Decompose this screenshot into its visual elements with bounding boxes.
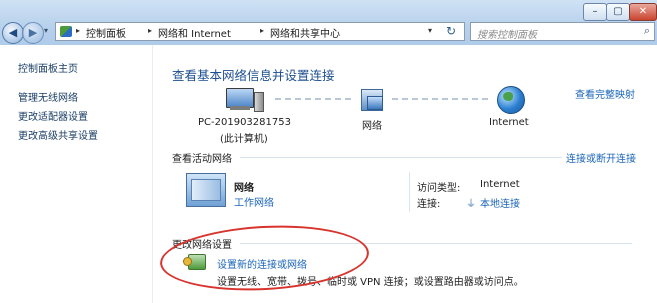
maximize-button[interactable]: ▢ bbox=[606, 3, 630, 21]
minimize-icon: – bbox=[592, 6, 598, 17]
close-icon: ✕ bbox=[638, 6, 648, 17]
network-bench-icon-inner bbox=[191, 179, 221, 201]
connections-label: 连接: bbox=[417, 199, 441, 210]
breadcrumb-network-internet[interactable]: 网络和 Internet bbox=[158, 25, 231, 40]
search-icon[interactable]: ⌕ bbox=[644, 24, 650, 38]
pane-divider bbox=[152, 45, 153, 303]
breadcrumb-separator-icon[interactable]: ▸ bbox=[260, 26, 264, 35]
back-button[interactable]: ◀ bbox=[2, 22, 24, 44]
breadcrumb-network-sharing-center[interactable]: 网络和共享中心 bbox=[270, 25, 340, 40]
task-pane: 控制面板主页 管理无线网络 更改适配器设置 更改高级共享设置 bbox=[0, 45, 150, 303]
access-type-value: Internet bbox=[480, 179, 520, 190]
control-panel-icon bbox=[60, 26, 72, 37]
breadcrumb-separator-icon[interactable]: ▸ bbox=[148, 26, 152, 35]
recent-pages-dropdown[interactable]: ▾ bbox=[44, 26, 48, 35]
minimize-button[interactable]: – bbox=[583, 3, 607, 21]
computer-base-icon bbox=[230, 106, 250, 110]
local-connection-icon: ⏚ bbox=[466, 199, 476, 210]
search-box[interactable]: 搜索控制面板 ⌕ bbox=[470, 22, 655, 41]
see-full-map-link[interactable]: 查看完整映射 bbox=[575, 86, 635, 101]
search-placeholder: 搜索控制面板 bbox=[477, 30, 537, 41]
breadcrumb-control-panel[interactable]: 控制面板 bbox=[86, 25, 126, 40]
change-adapter-settings-link[interactable]: 更改适配器设置 bbox=[18, 108, 88, 123]
manage-wireless-networks-link[interactable]: 管理无线网络 bbox=[18, 89, 78, 104]
address-dropdown-icon[interactable]: ▾ bbox=[428, 26, 432, 35]
network-label: 网络 bbox=[362, 121, 382, 132]
change-advanced-sharing-link[interactable]: 更改高级共享设置 bbox=[18, 127, 98, 142]
forward-arrow-icon: ▶ bbox=[28, 26, 38, 39]
connect-disconnect-link[interactable]: 连接或断开连接 bbox=[566, 150, 636, 165]
access-type-label: 访问类型: bbox=[417, 183, 461, 194]
breadcrumb-separator-icon[interactable]: ▸ bbox=[76, 26, 80, 35]
this-computer-label: (此计算机) bbox=[220, 134, 268, 145]
active-network-divider bbox=[409, 172, 410, 212]
refresh-icon[interactable]: ↻ bbox=[446, 24, 456, 38]
connection-line bbox=[275, 98, 351, 100]
local-connection-link[interactable]: 本地连接 bbox=[480, 195, 520, 210]
network-type-link[interactable]: 工作网络 bbox=[234, 194, 274, 209]
section-divider bbox=[240, 157, 562, 158]
forward-button[interactable]: ▶ bbox=[22, 22, 44, 44]
globe-land-icon bbox=[503, 92, 513, 101]
connection-line bbox=[392, 98, 488, 100]
active-networks-heading: 查看活动网络 bbox=[172, 154, 232, 165]
close-button[interactable]: ✕ bbox=[629, 3, 657, 21]
control-panel-home-link[interactable]: 控制面板主页 bbox=[18, 60, 78, 75]
computer-name-label: PC-201903281753 bbox=[198, 117, 291, 128]
address-bar[interactable]: ▸ 控制面板 ▸ 网络和 Internet ▸ 网络和共享中心 bbox=[55, 22, 465, 41]
back-arrow-icon: ◀ bbox=[8, 26, 18, 39]
network-name: 网络 bbox=[234, 183, 254, 194]
computer-icon bbox=[226, 88, 254, 108]
internet-label: Internet bbox=[489, 117, 529, 128]
network-icon-front bbox=[367, 96, 383, 110]
page-title: 查看基本网络信息并设置连接 bbox=[172, 68, 335, 83]
maximize-icon: ▢ bbox=[613, 6, 623, 17]
computer-tower-icon bbox=[254, 92, 264, 112]
